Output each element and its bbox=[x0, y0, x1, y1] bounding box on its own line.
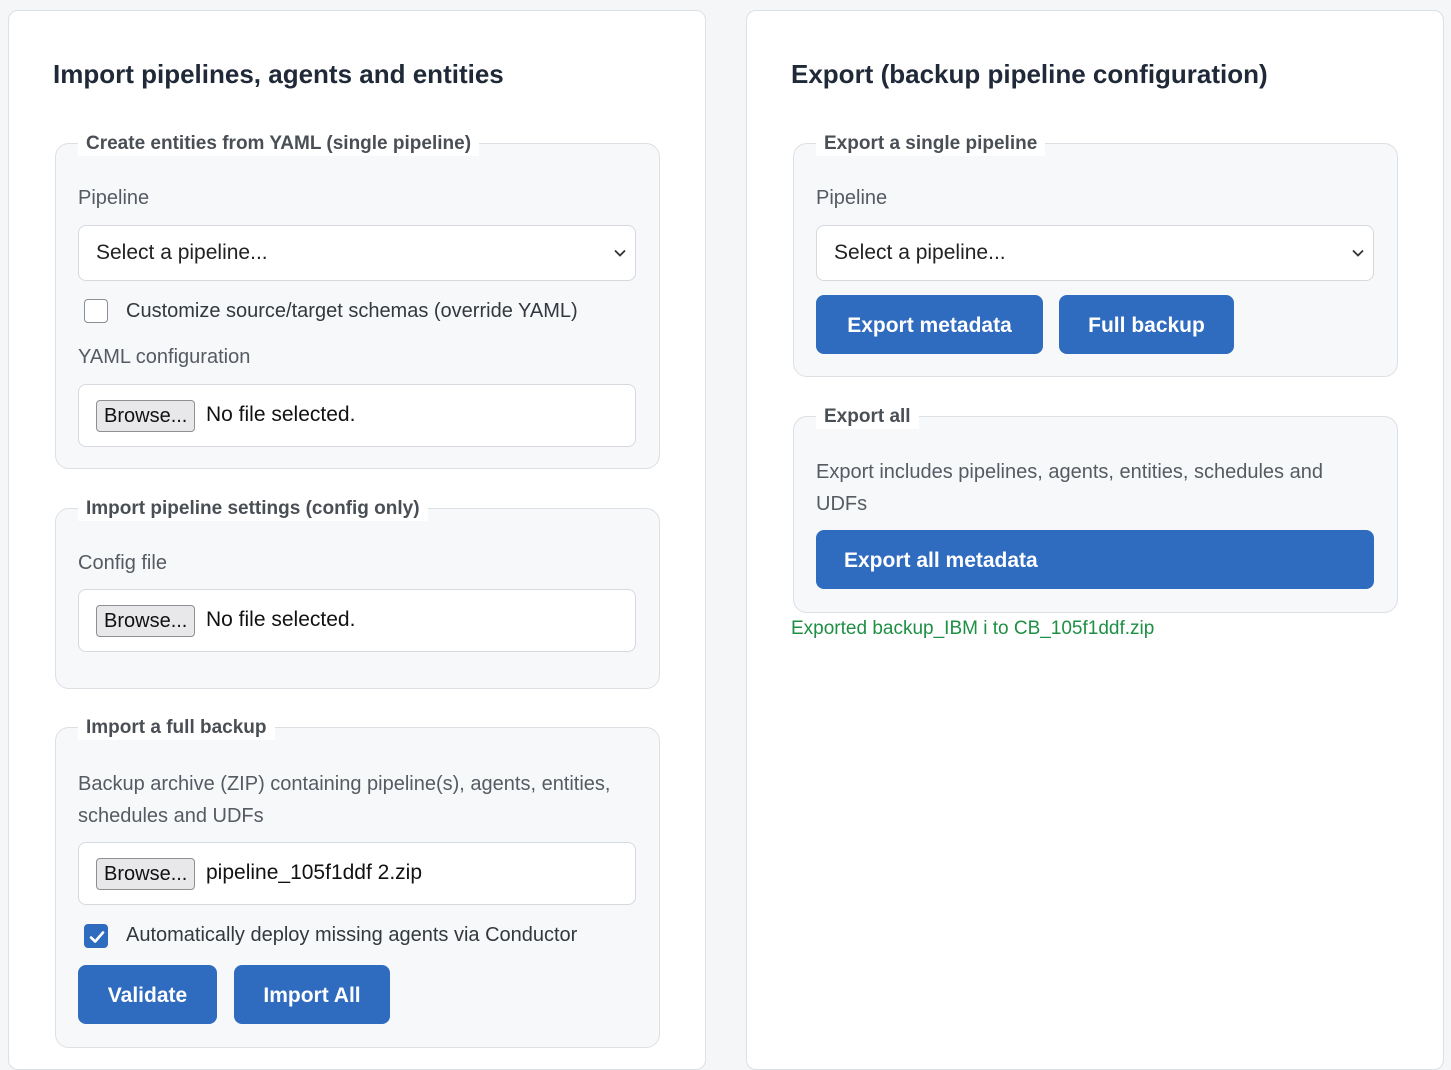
config-file-input: Browse... No file selected. bbox=[78, 589, 636, 652]
export-metadata-button[interactable]: Export metadata bbox=[816, 295, 1043, 354]
single-group-legend: Export a single pipeline bbox=[816, 132, 1046, 156]
export-panel: Export (backup pipeline configuration) E… bbox=[746, 10, 1444, 1070]
config-file-name: No file selected. bbox=[206, 608, 356, 631]
settings-group-legend: Import pipeline settings (config only) bbox=[78, 497, 428, 521]
backup-file-name: pipeline_105f1ddf 2.zip bbox=[206, 861, 423, 884]
customize-schemas-checkbox[interactable] bbox=[84, 299, 108, 323]
yaml-config-label: YAML configuration bbox=[78, 346, 251, 368]
backup-import-group: Import a full backup Backup archive (ZIP… bbox=[55, 716, 660, 1048]
backup-group-legend: Import a full backup bbox=[78, 716, 275, 740]
backup-browse-button[interactable]: Browse... bbox=[96, 858, 196, 890]
chevron-down-icon bbox=[1352, 249, 1364, 257]
export-title: Export (backup pipeline configuration) bbox=[791, 59, 1268, 89]
export-pipeline-select[interactable]: Select a pipeline... bbox=[816, 225, 1374, 281]
export-pipeline-label: Pipeline bbox=[816, 187, 888, 209]
backup-description: Backup archive (ZIP) containing pipeline… bbox=[78, 773, 611, 827]
backup-file-input: Browse... pipeline_105f1ddf 2.zip bbox=[78, 842, 636, 905]
export-all-legend: Export all bbox=[816, 405, 919, 429]
checkmark-icon bbox=[89, 931, 105, 943]
yaml-pipeline-label: Pipeline bbox=[78, 187, 150, 209]
export-all-group: Export all Export includes pipelines, ag… bbox=[793, 405, 1398, 613]
yaml-browse-button[interactable]: Browse... bbox=[96, 400, 196, 432]
export-status-message: Exported backup_IBM i to CB_105f1ddf.zip bbox=[791, 618, 1155, 639]
yaml-group-legend: Create entities from YAML (single pipeli… bbox=[78, 132, 480, 156]
yaml-import-group: Create entities from YAML (single pipeli… bbox=[55, 132, 660, 469]
export-pipeline-select-value: Select a pipeline... bbox=[834, 241, 1006, 264]
export-all-metadata-button[interactable]: Export all metadata bbox=[816, 530, 1374, 589]
customize-schemas-label: Customize source/target schemas (overrid… bbox=[126, 300, 578, 322]
full-backup-button[interactable]: Full backup bbox=[1059, 295, 1234, 354]
yaml-file-input: Browse... No file selected. bbox=[78, 384, 636, 447]
yaml-pipeline-select-value: Select a pipeline... bbox=[96, 241, 268, 264]
config-file-label: Config file bbox=[78, 552, 167, 574]
auto-deploy-checkbox[interactable] bbox=[84, 924, 108, 948]
yaml-pipeline-select[interactable]: Select a pipeline... bbox=[78, 225, 636, 281]
auto-deploy-label: Automatically deploy missing agents via … bbox=[126, 924, 578, 946]
validate-button[interactable]: Validate bbox=[78, 965, 217, 1024]
config-browse-button[interactable]: Browse... bbox=[96, 605, 196, 637]
import-title: Import pipelines, agents and entities bbox=[53, 59, 504, 89]
import-all-button[interactable]: Import All bbox=[234, 965, 390, 1024]
chevron-down-icon bbox=[614, 249, 626, 257]
export-all-description: Export includes pipelines, agents, entit… bbox=[816, 461, 1323, 515]
single-export-group: Export a single pipeline Pipeline Select… bbox=[793, 132, 1398, 377]
yaml-file-name: No file selected. bbox=[206, 403, 356, 426]
settings-import-group: Import pipeline settings (config only) C… bbox=[55, 497, 660, 689]
import-panel: Import pipelines, agents and entities Cr… bbox=[8, 10, 706, 1070]
